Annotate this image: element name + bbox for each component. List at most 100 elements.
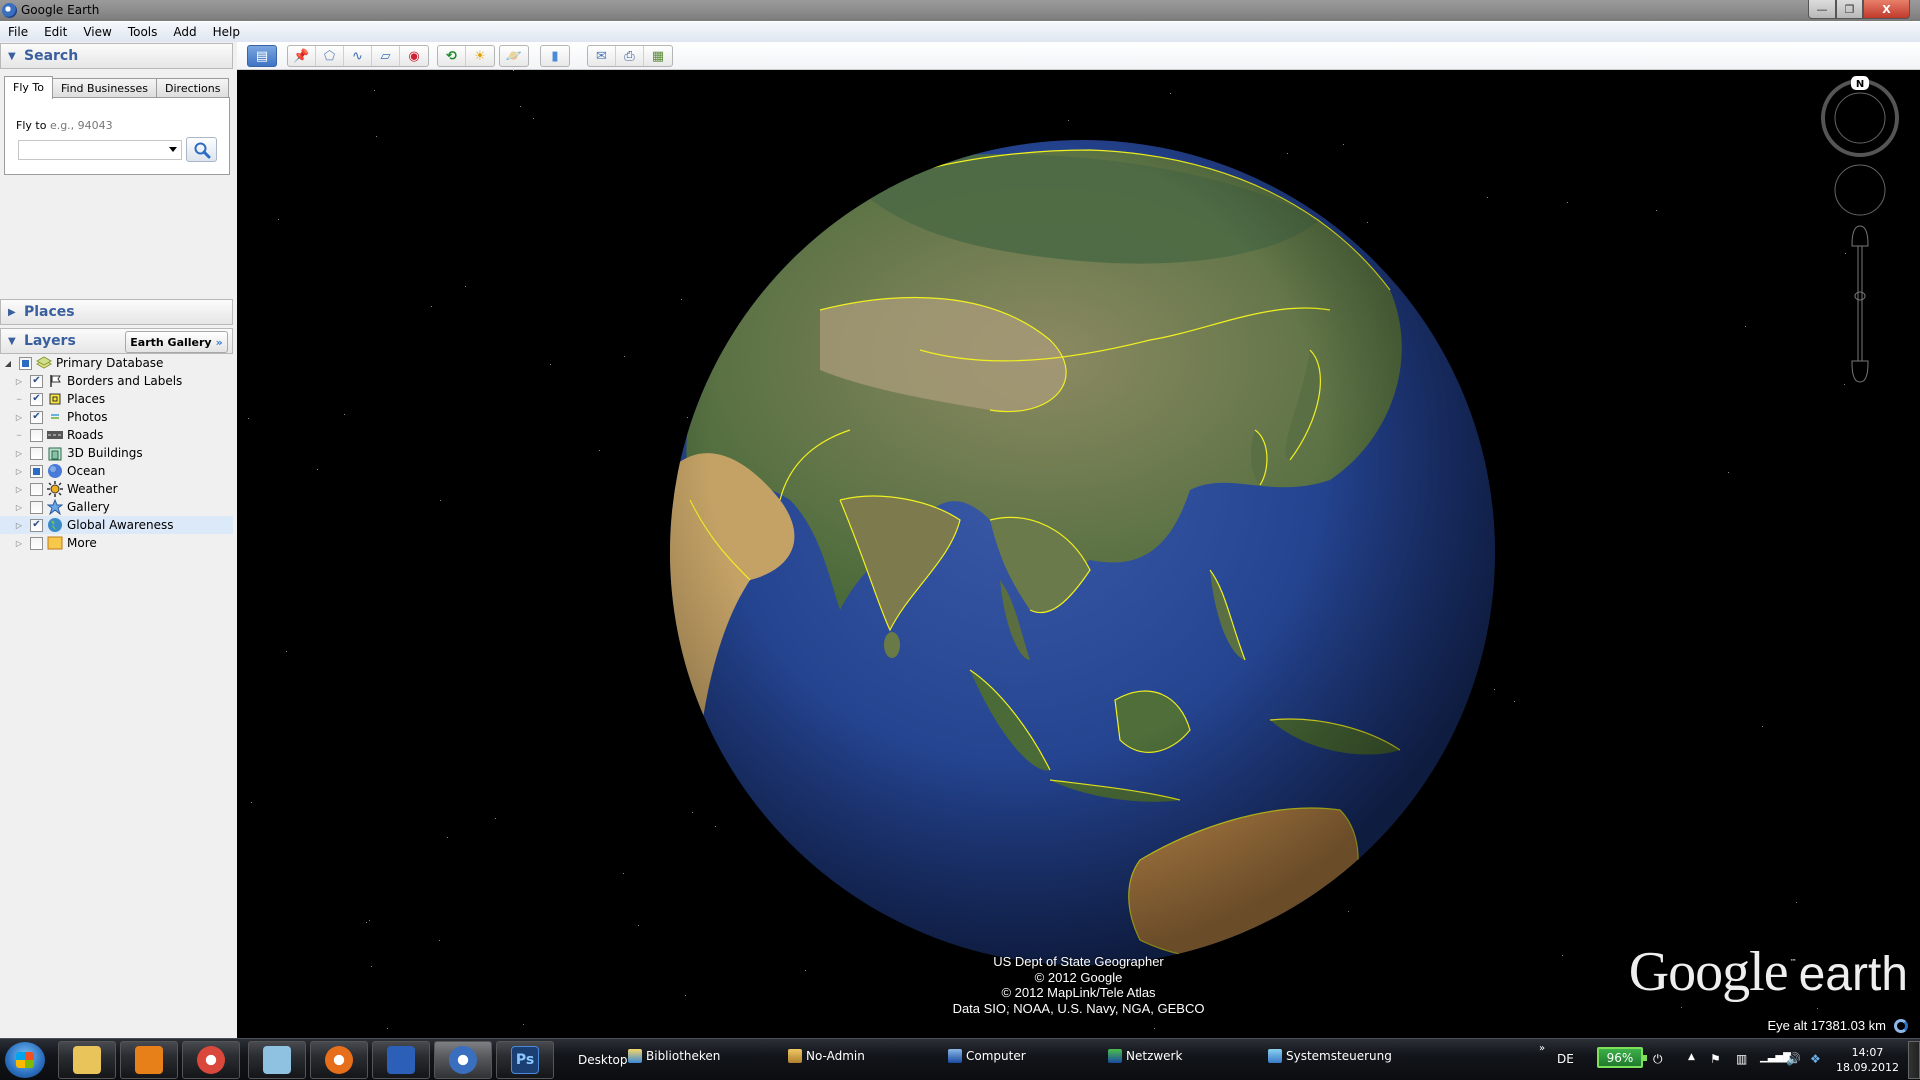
power-status-icon[interactable]: ▥	[1736, 1052, 1747, 1066]
start-button[interactable]	[5, 1042, 45, 1078]
print-button[interactable]: ⎙	[616, 46, 644, 66]
layer-checkbox[interactable]: ✔	[30, 518, 43, 532]
tab-directions[interactable]: Directions	[156, 78, 230, 98]
search-button[interactable]	[186, 137, 217, 162]
taskbar-app-google-earth[interactable]	[434, 1041, 492, 1079]
taskbar-app-firefox[interactable]	[310, 1041, 368, 1079]
layer-checkbox[interactable]	[30, 482, 43, 496]
taskbar-app-explorer[interactable]	[58, 1041, 116, 1079]
layer-checkbox[interactable]: ✔	[30, 392, 43, 406]
globe[interactable]	[656, 126, 1509, 979]
look-joystick[interactable]: N	[1821, 76, 1899, 157]
menu-edit[interactable]: Edit	[36, 22, 75, 41]
layer-checkbox[interactable]	[30, 536, 43, 550]
layer-primary-database[interactable]: ◢ Primary Database	[0, 354, 233, 372]
tab-find-businesses[interactable]: Find Businesses	[51, 78, 158, 98]
system-clock[interactable]: 14:07 18.09.2012	[1836, 1045, 1899, 1075]
star	[251, 802, 252, 803]
close-button[interactable]: X	[1863, 0, 1910, 19]
show-desktop-button[interactable]	[1908, 1041, 1920, 1079]
earth-3d-view[interactable]: N US Dept of State Geographer © 2012 Goo…	[237, 70, 1920, 1038]
power-plug-icon[interactable]: ⏻	[1653, 1052, 1663, 1067]
tree-expand-icon[interactable]: ▷	[14, 539, 24, 548]
layer-global-awareness[interactable]: ▷ ✔ Global Awareness	[0, 516, 233, 534]
taskbar-app-word[interactable]	[372, 1041, 430, 1079]
places-panel-header[interactable]: ▶ Places	[0, 299, 233, 325]
tree-expand-icon[interactable]: ▷	[14, 377, 24, 386]
record-tour-button[interactable]: ◉	[400, 46, 428, 66]
show-hidden-icons-chevron[interactable]: ▲	[1688, 1052, 1695, 1062]
globe-surface[interactable]	[670, 140, 1495, 965]
layer-checkbox[interactable]	[30, 464, 43, 478]
layer-checkbox[interactable]	[30, 500, 43, 514]
buildings-icon	[47, 445, 63, 461]
add-polygon-button[interactable]: ⬠	[316, 46, 344, 66]
move-joystick[interactable]	[1834, 164, 1886, 216]
quicklink-no-admin[interactable]: No-Admin	[788, 1049, 865, 1063]
layer-gallery[interactable]: ▷ Gallery	[0, 498, 233, 516]
add-placemark-button[interactable]: 📌	[288, 46, 316, 66]
switch-planet-button[interactable]: 🪐	[500, 46, 528, 66]
historical-imagery-button[interactable]: ⟲	[438, 46, 466, 66]
layer-checkbox[interactable]	[30, 428, 43, 442]
menu-file[interactable]: File	[0, 22, 36, 41]
taskbar-app-notepad[interactable]	[248, 1041, 306, 1079]
menu-view[interactable]: View	[75, 22, 119, 41]
taskbar-app-media-player[interactable]	[120, 1041, 178, 1079]
quicklink-bibliotheken[interactable]: Bibliotheken	[628, 1049, 720, 1063]
tree-expand-icon[interactable]: ▷	[14, 449, 24, 458]
volume-icon[interactable]: 🔊	[1786, 1052, 1801, 1066]
layer-3d-buildings[interactable]: ▷ 3D Buildings	[0, 444, 233, 462]
zoom-slider[interactable]	[1851, 225, 1869, 383]
menu-tools[interactable]: Tools	[120, 22, 166, 41]
layer-checkbox[interactable]: ✔	[30, 374, 43, 388]
layer-weather[interactable]: ▷ Weather	[0, 480, 233, 498]
action-center-flag-icon[interactable]: ⚑	[1710, 1052, 1721, 1066]
taskbar-app-photoshop[interactable]: Ps	[496, 1041, 554, 1079]
layer-checkbox[interactable]	[19, 356, 32, 370]
layer-borders-and-labels[interactable]: ▷ ✔ Borders and Labels	[0, 372, 233, 390]
clock-date: 18.09.2012	[1836, 1061, 1899, 1074]
search-panel-header[interactable]: ▼ Search	[0, 43, 233, 69]
layer-more[interactable]: ▷ More	[0, 534, 233, 552]
layer-checkbox[interactable]	[30, 446, 43, 460]
tree-expand-icon[interactable]: ▷	[14, 503, 24, 512]
layer-roads[interactable]: ┈ Roads	[0, 426, 233, 444]
quicklink-netzwerk[interactable]: Netzwerk	[1108, 1049, 1182, 1063]
sidebar-toggle-button[interactable]: ▤	[248, 46, 276, 66]
tree-expand-icon[interactable]: ▷	[14, 521, 24, 530]
window-titlebar[interactable]: Google Earth — ❐ X	[0, 0, 1920, 21]
magnifier-icon	[194, 142, 210, 158]
email-button[interactable]: ✉	[588, 46, 616, 66]
minimize-button[interactable]: —	[1808, 0, 1836, 19]
language-indicator[interactable]: DE	[1557, 1052, 1574, 1066]
dropbox-icon[interactable]: ❖	[1810, 1052, 1821, 1066]
ruler-button[interactable]: ▮	[541, 46, 569, 66]
layer-photos[interactable]: ▷ ✔ Photos	[0, 408, 233, 426]
tree-expand-icon[interactable]: ▷	[14, 485, 24, 494]
sunlight-button[interactable]: ☀	[466, 46, 494, 66]
layers-panel-header[interactable]: ▼ Layers Earth Gallery »	[0, 328, 233, 354]
desktop-toolbar-label[interactable]: Desktop	[578, 1053, 628, 1067]
tree-collapse-icon[interactable]: ◢	[3, 359, 13, 368]
menu-help[interactable]: Help	[205, 22, 248, 41]
layer-checkbox[interactable]: ✔	[30, 410, 43, 424]
battery-indicator[interactable]: 96%	[1597, 1047, 1647, 1068]
add-path-button[interactable]: ∿	[344, 46, 372, 66]
menu-add[interactable]: Add	[165, 22, 204, 41]
add-image-overlay-button[interactable]: ▱	[372, 46, 400, 66]
tab-fly-to[interactable]: Fly To	[4, 76, 53, 99]
tree-expand-icon[interactable]: ▷	[14, 413, 24, 422]
toolbar-overflow-chevron-icon[interactable]: »	[1539, 1043, 1545, 1054]
dropdown-arrow-icon[interactable]	[169, 147, 177, 152]
layer-ocean[interactable]: ▷ Ocean	[0, 462, 233, 480]
view-in-google-maps-button[interactable]: ▦	[644, 46, 672, 66]
quicklink-computer[interactable]: Computer	[948, 1049, 1026, 1063]
taskbar-app-chrome[interactable]	[182, 1041, 240, 1079]
quicklink-systemsteuerung[interactable]: Systemsteuerung	[1268, 1049, 1392, 1063]
maximize-button[interactable]: ❐	[1836, 0, 1863, 19]
fly-to-input[interactable]	[18, 140, 182, 160]
layer-places[interactable]: ┈ ✔ Places	[0, 390, 233, 408]
tree-expand-icon[interactable]: ▷	[14, 467, 24, 476]
earth-gallery-button[interactable]: Earth Gallery »	[125, 331, 228, 353]
